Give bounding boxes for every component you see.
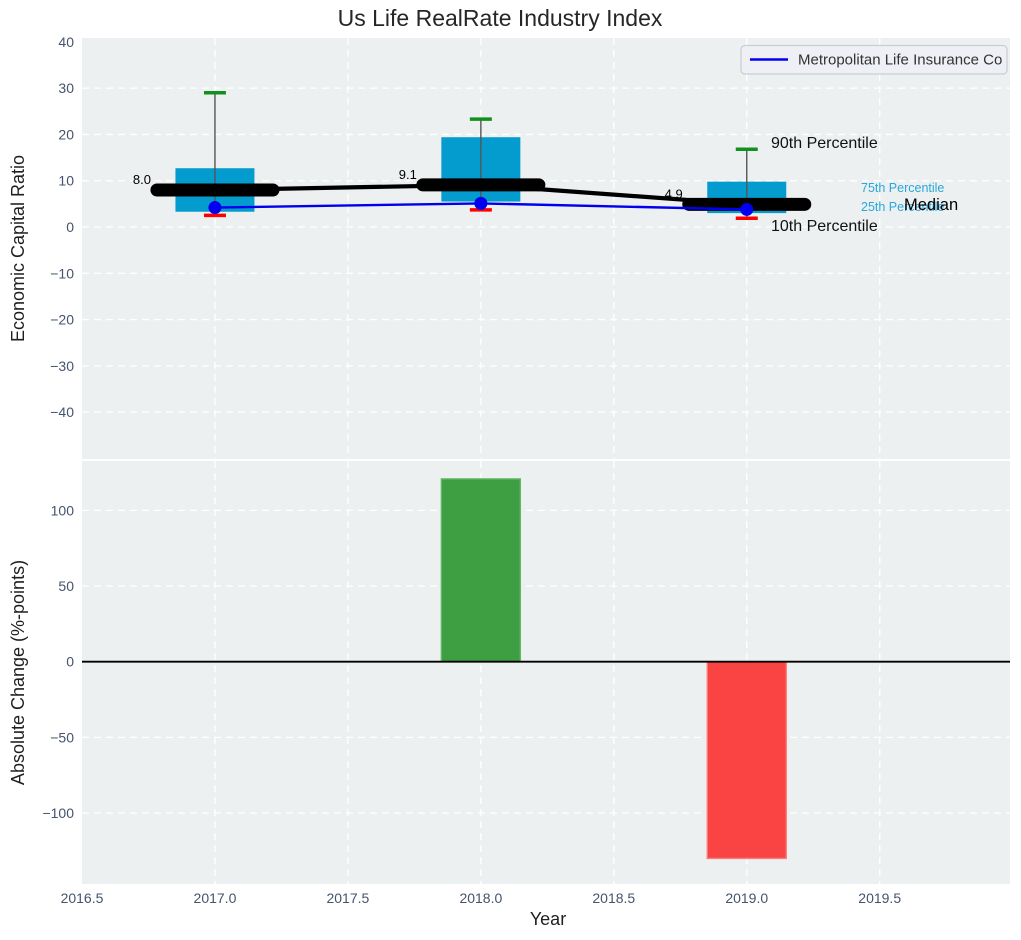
p10-label: 10th Percentile [771, 218, 878, 235]
xtick-2017.5: 2017.5 [326, 890, 369, 906]
xtick-2017: 2017.0 [194, 890, 237, 906]
bottom-ytick--100: −100 [42, 805, 74, 821]
p75-label: 75th Percentile [861, 181, 944, 195]
bottom-axes-background [82, 461, 1010, 884]
top-ytick-30: 30 [58, 80, 74, 96]
p90-label: 90th Percentile [771, 135, 878, 152]
top-ylabel: Economic Capital Ratio [8, 155, 28, 342]
xtick-2016.5: 2016.5 [61, 890, 104, 906]
xtick-2018: 2018.0 [459, 890, 502, 906]
bottom-ytick-50: 50 [58, 578, 74, 594]
median-label: Median [904, 196, 958, 214]
top-ytick-10: 10 [58, 173, 74, 189]
xtick-2019: 2019.0 [725, 890, 768, 906]
bottom-ytick--50: −50 [50, 729, 74, 745]
xlabel: Year [530, 909, 566, 929]
xtick-2018.5: 2018.5 [592, 890, 635, 906]
bottom-ytick-100: 100 [51, 502, 75, 518]
legend: Metropolitan Life Insurance Co [741, 46, 1007, 75]
top-ytick--30: −30 [50, 358, 74, 374]
top-ytick-0: 0 [66, 219, 74, 235]
top-axes-background [82, 38, 1010, 459]
top-ytick-20: 20 [58, 126, 74, 142]
xtick-2019.5: 2019.5 [858, 890, 901, 906]
legend-label: Metropolitan Life Insurance Co [798, 52, 1002, 69]
positive-change-bar-2018 [441, 479, 520, 662]
median-annotation-2017: 8.0 [133, 172, 151, 187]
bottom-ylabel: Absolute Change (%-points) [8, 560, 28, 785]
company-dot-2018 [474, 197, 487, 210]
top-ytick-40: 40 [58, 34, 74, 50]
top-ytick--20: −20 [50, 312, 74, 328]
top-ytick--40: −40 [50, 404, 74, 420]
company-dot-2017 [208, 201, 221, 214]
top-ytick--10: −10 [50, 265, 74, 281]
bottom-ytick-0: 0 [66, 654, 74, 670]
median-annotation-2019: 4.9 [665, 186, 683, 201]
company-dot-2019 [740, 203, 753, 216]
median-annotation-2018: 9.1 [399, 167, 417, 182]
chart-title: Us Life RealRate Industry Index [338, 5, 663, 31]
chart-figure: 8.0 9.1 4.9 90th Percentile 10th Percentile 7… [0, 0, 1021, 940]
negative-change-bar-2019 [707, 662, 786, 859]
chart-svg: 8.0 9.1 4.9 90th Percentile 10th Percentile 7… [0, 0, 1021, 940]
